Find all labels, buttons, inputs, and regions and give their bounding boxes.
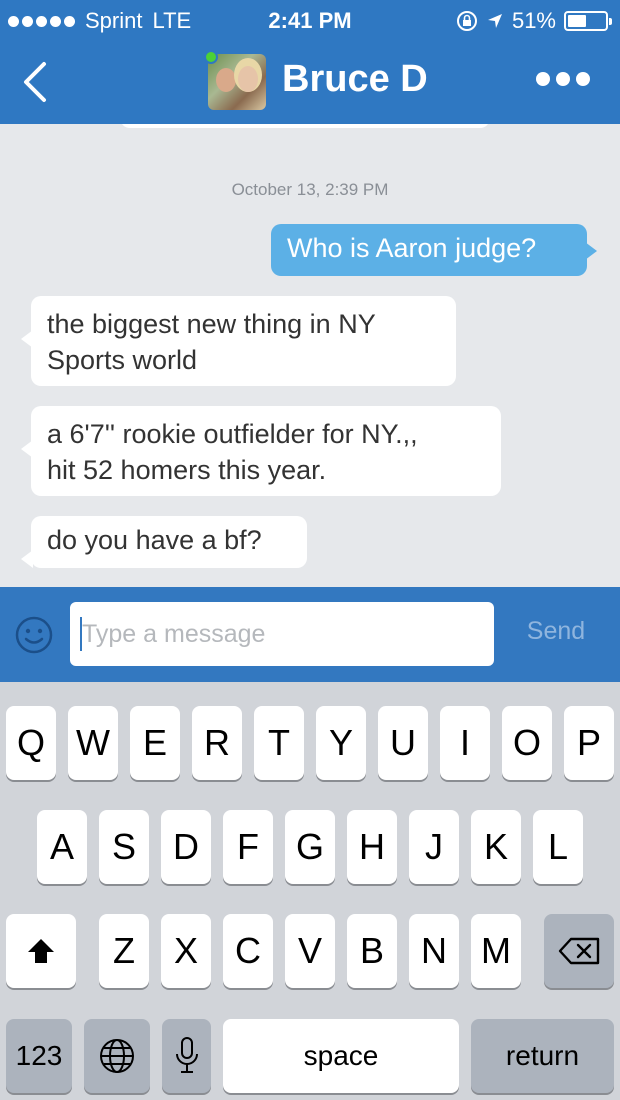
globe-key[interactable] bbox=[84, 1019, 150, 1093]
message-text: do you have a bf? bbox=[47, 525, 262, 555]
key-r[interactable]: R bbox=[192, 706, 242, 780]
key-l[interactable]: L bbox=[533, 810, 583, 884]
key-u[interactable]: U bbox=[378, 706, 428, 780]
backspace-icon bbox=[558, 937, 600, 965]
incoming-message-bubble[interactable]: the biggest new thing in NY Sports world bbox=[21, 296, 456, 386]
message-text-line: the biggest new thing in NY bbox=[47, 309, 376, 339]
microphone-icon bbox=[175, 1037, 198, 1073]
shift-arrow-icon bbox=[28, 939, 54, 963]
globe-icon bbox=[100, 1039, 134, 1073]
key-h[interactable]: H bbox=[347, 810, 397, 884]
key-q[interactable]: Q bbox=[6, 706, 56, 780]
chat-header: Sprint LTE 2:41 PM 51% Bruce D bbox=[0, 0, 620, 124]
avatar-person-left bbox=[216, 68, 236, 92]
dictation-key[interactable] bbox=[162, 1019, 211, 1093]
battery-icon bbox=[564, 11, 612, 31]
contact-name[interactable]: Bruce D bbox=[282, 58, 428, 101]
key-y[interactable]: Y bbox=[316, 706, 366, 780]
key-z[interactable]: Z bbox=[99, 914, 149, 988]
key-i[interactable]: I bbox=[440, 706, 490, 780]
avatar-person-right bbox=[238, 66, 258, 92]
return-key[interactable]: return bbox=[471, 1019, 614, 1093]
contact-avatar[interactable] bbox=[204, 50, 266, 110]
more-options-icon[interactable] bbox=[536, 72, 590, 86]
key-v[interactable]: V bbox=[285, 914, 335, 988]
message-text: Who is Aaron judge? bbox=[287, 233, 537, 263]
key-g[interactable]: G bbox=[285, 810, 335, 884]
key-k[interactable]: K bbox=[471, 810, 521, 884]
status-right: 51% bbox=[456, 8, 612, 34]
key-m[interactable]: M bbox=[471, 914, 521, 988]
numbers-key[interactable]: 123 bbox=[6, 1019, 72, 1093]
message-text-line: Sports world bbox=[47, 345, 198, 375]
key-j[interactable]: J bbox=[409, 810, 459, 884]
key-a[interactable]: A bbox=[37, 810, 87, 884]
key-b[interactable]: B bbox=[347, 914, 397, 988]
emoji-icon[interactable] bbox=[14, 615, 54, 655]
key-f[interactable]: F bbox=[223, 810, 273, 884]
message-text-line: hit 52 homers this year. bbox=[47, 455, 327, 485]
send-button[interactable]: Send bbox=[510, 617, 602, 646]
online-status-dot bbox=[204, 50, 218, 64]
location-arrow-icon bbox=[487, 14, 502, 28]
message-text-line: a 6'7'' rookie outfielder for NY.,, bbox=[47, 419, 418, 449]
back-chevron-icon[interactable] bbox=[18, 60, 52, 104]
incoming-message-bubble[interactable]: do you have a bf? bbox=[21, 516, 307, 568]
key-o[interactable]: O bbox=[502, 706, 552, 780]
message-timestamp: October 13, 2:39 PM bbox=[231, 180, 389, 199]
shift-key[interactable] bbox=[6, 914, 76, 988]
battery-fill bbox=[568, 15, 587, 27]
key-x[interactable]: X bbox=[161, 914, 211, 988]
rotation-lock-icon bbox=[456, 11, 477, 31]
key-n[interactable]: N bbox=[409, 914, 459, 988]
key-d[interactable]: D bbox=[161, 810, 211, 884]
key-s[interactable]: S bbox=[99, 810, 149, 884]
key-p[interactable]: P bbox=[564, 706, 614, 780]
battery-percent: 51% bbox=[511, 8, 556, 33]
key-w[interactable]: W bbox=[68, 706, 118, 780]
key-e[interactable]: E bbox=[130, 706, 180, 780]
text-caret bbox=[80, 617, 82, 651]
message-input[interactable] bbox=[70, 602, 494, 666]
key-t[interactable]: T bbox=[254, 706, 304, 780]
previous-message-bubble bbox=[120, 124, 490, 128]
message-list[interactable]: October 13, 2:39 PM Who is Aaron judge? … bbox=[0, 124, 620, 587]
outgoing-message-bubble[interactable]: Who is Aaron judge? bbox=[271, 224, 597, 276]
status-bar: Sprint LTE 2:41 PM 51% bbox=[0, 0, 620, 40]
on-screen-keyboard: Q W E R T Y U I O P A S D F G H J K L Z … bbox=[0, 682, 620, 1100]
space-key[interactable]: space bbox=[223, 1019, 459, 1093]
key-c[interactable]: C bbox=[223, 914, 273, 988]
delete-key[interactable] bbox=[544, 914, 614, 988]
incoming-message-bubble[interactable]: a 6'7'' rookie outfielder for NY.,, hit … bbox=[21, 406, 501, 496]
message-composer: Send bbox=[0, 587, 620, 682]
